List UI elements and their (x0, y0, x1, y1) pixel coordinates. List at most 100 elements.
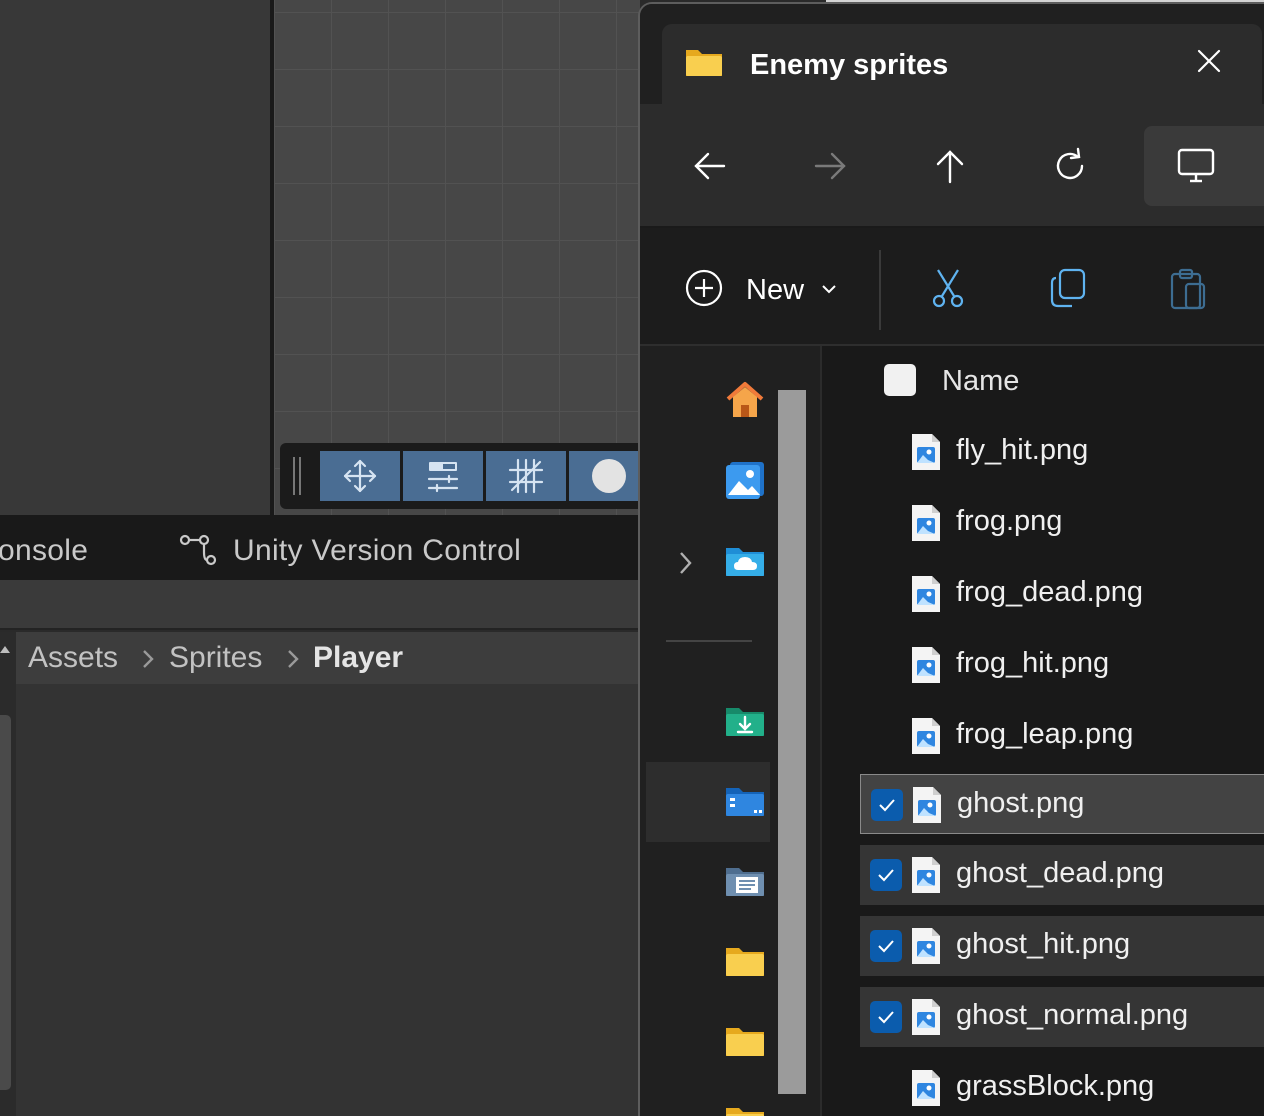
clipboard-icon (1170, 268, 1206, 310)
nav-item-desktop[interactable] (724, 780, 766, 822)
checkmark-icon (878, 869, 894, 882)
file-name: ghost_dead.png (956, 857, 1165, 889)
file-name: ghost_normal.png (956, 999, 1189, 1031)
file-row[interactable]: frog.png (860, 493, 1264, 553)
cut-button[interactable] (926, 266, 970, 310)
folder-scrollbar[interactable] (0, 715, 11, 1090)
forward-button[interactable] (808, 144, 852, 188)
breadcrumb-sprites[interactable]: Sprites (169, 641, 262, 675)
file-row[interactable]: grassBlock.png (860, 1058, 1264, 1116)
nav-item-downloads[interactable] (724, 700, 766, 742)
scene-view[interactable] (274, 0, 640, 515)
row-checkbox[interactable] (870, 1001, 902, 1033)
file-name: fly_hit.png (956, 434, 1089, 466)
row-checkbox[interactable] (870, 859, 902, 891)
file-row-selected[interactable]: ghost_dead.png (860, 845, 1264, 905)
navigation-pane (640, 346, 820, 1116)
nav-item-documents[interactable] (724, 860, 766, 902)
sliders-tool-icon (427, 462, 459, 493)
paste-button[interactable] (1166, 266, 1210, 310)
refresh-button[interactable] (1048, 144, 1092, 188)
checkmark-icon (878, 940, 894, 953)
tab-title: Enemy sprites (750, 49, 949, 81)
plus-circle-icon[interactable] (684, 268, 724, 308)
image-file-icon (912, 999, 940, 1035)
scissors-icon (932, 269, 964, 308)
file-row[interactable]: fly_hit.png (860, 422, 1264, 482)
row-checkbox[interactable] (871, 789, 903, 821)
nav-item-home[interactable] (724, 379, 766, 421)
monitor-icon (1177, 148, 1215, 183)
copy-button[interactable] (1046, 266, 1090, 310)
tab-enemy-sprites[interactable]: Enemy sprites (662, 24, 1262, 106)
new-button[interactable]: New (746, 274, 804, 307)
checkmark-icon (878, 1011, 894, 1024)
file-row[interactable]: frog_dead.png (860, 564, 1264, 624)
close-icon[interactable] (1194, 46, 1224, 76)
back-button[interactable] (688, 144, 732, 188)
file-name: frog_hit.png (956, 647, 1110, 679)
version-control-icon (179, 534, 217, 566)
project-assets-view[interactable] (16, 684, 640, 1116)
file-row[interactable]: frog_leap.png (860, 706, 1264, 766)
folder-icon (726, 948, 764, 976)
image-file-icon (912, 505, 940, 541)
refresh-icon (1056, 147, 1084, 180)
arrow-left-icon (694, 152, 726, 180)
breadcrumb-assets[interactable]: Assets (28, 641, 118, 675)
up-button[interactable] (928, 144, 972, 188)
chevron-right-icon (143, 650, 154, 668)
title-bar: Enemy sprites (640, 4, 1264, 106)
column-header-name[interactable]: Name (942, 365, 1019, 398)
nav-pane-scrollbar[interactable] (778, 390, 806, 1094)
copy-icon (1050, 268, 1086, 308)
arrow-right-icon (814, 152, 846, 180)
hierarchy-panel (0, 0, 270, 515)
nav-item-folder[interactable] (724, 1100, 766, 1116)
drag-handle-icon[interactable] (292, 457, 304, 495)
image-file-icon (912, 647, 940, 683)
arrow-up-icon (936, 150, 964, 184)
nav-item-folder[interactable] (724, 1020, 766, 1062)
navigation-bar (640, 104, 1264, 228)
shading-mode-button[interactable] (569, 451, 649, 501)
chevron-right-icon (288, 650, 299, 668)
image-file-icon (912, 928, 940, 964)
tab-console[interactable]: onsole (0, 534, 88, 568)
image-file-icon (912, 434, 940, 470)
nav-item-folder[interactable] (724, 940, 766, 982)
tab-unity-version-control[interactable]: Unity Version Control (233, 534, 521, 568)
checkmark-icon (879, 799, 895, 812)
file-name: grassBlock.png (956, 1070, 1155, 1102)
move-tool-icon (343, 459, 377, 493)
desktop-icon (726, 788, 764, 816)
image-file-icon (912, 718, 940, 754)
nav-item-gallery[interactable] (724, 459, 766, 501)
grid-snap-tool-icon (508, 458, 544, 494)
folder-icon (726, 1108, 764, 1116)
file-row-selected[interactable]: ghost_normal.png (860, 987, 1264, 1047)
command-divider (879, 250, 881, 330)
file-row-selected[interactable]: ghost_hit.png (860, 916, 1264, 976)
file-list: Name fly_hit.png frog.png frog_dead.png … (822, 346, 1264, 1116)
file-explorer-window: Enemy sprites New Name fly_hit.png frog.… (638, 2, 1264, 1116)
chevron-right-icon[interactable] (676, 548, 694, 578)
collapse-arrow-icon[interactable] (0, 646, 10, 653)
folder-icon (686, 50, 722, 76)
file-name: ghost.png (957, 787, 1085, 819)
move-tool-button[interactable] (320, 451, 400, 501)
bottom-tab-bar: onsole Unity Version Control (0, 515, 640, 580)
home-icon (726, 382, 764, 417)
image-file-icon (912, 576, 940, 612)
grid-snap-button[interactable] (486, 451, 566, 501)
row-checkbox[interactable] (870, 930, 902, 962)
file-row[interactable]: frog_hit.png (860, 635, 1264, 695)
transform-settings-button[interactable] (403, 451, 483, 501)
select-all-checkbox[interactable] (884, 364, 916, 396)
nav-item-onedrive[interactable] (724, 540, 766, 582)
file-row-selected[interactable]: ghost.png (860, 774, 1264, 834)
breadcrumb-player[interactable]: Player (313, 641, 403, 675)
this-pc-button[interactable] (1144, 126, 1264, 206)
chevron-down-icon[interactable] (820, 282, 838, 296)
command-bar: New (640, 228, 1264, 346)
